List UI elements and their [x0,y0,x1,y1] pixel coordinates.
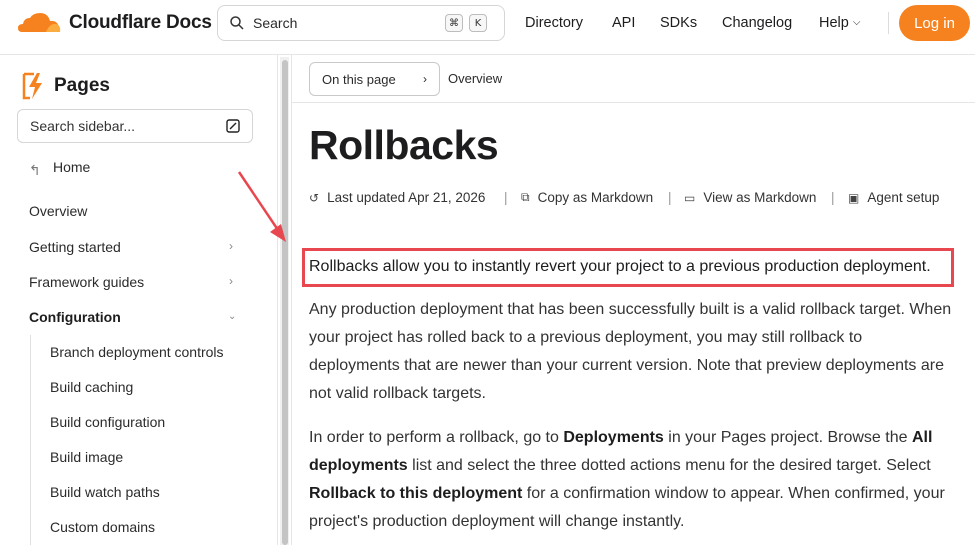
meta-separator: | [831,190,835,205]
copy-markdown-button[interactable]: ⧉ Copy as Markdown [521,190,653,205]
paragraph-perform-rollback: In order to perform a rollback, go to De… [309,424,945,536]
view-markdown-label: View as Markdown [703,190,817,205]
pages-bolt-icon [22,72,42,100]
history-icon: ↺ [309,190,320,205]
bold-text: Deployments [563,429,664,446]
paragraph-line: your project has rolled back to a previo… [309,329,863,346]
meta-separator: | [504,190,508,205]
text: in your Pages project. Browse the [663,429,912,446]
sidebar-item-home[interactable]: Home [53,159,90,175]
nav-help[interactable]: Help ⌵ [819,15,860,31]
paragraph-line: deployments list and select the three do… [309,452,945,480]
chevron-down-icon: ⌵ [852,17,861,28]
sidebar-item-configuration[interactable]: Configuration [29,309,121,325]
nav-directory[interactable]: Directory [525,15,583,31]
sidebar-item-branch-deployment-controls[interactable]: Branch deployment controls [50,344,224,360]
sidebar-search-placeholder: Search sidebar... [30,118,136,134]
chevron-down-icon[interactable]: ⌄ [228,311,236,322]
cloudflare-logo[interactable]: Cloudflare Docs [16,10,212,36]
sidebar-item-framework-guides[interactable]: Framework guides [29,274,144,290]
last-updated: ↺ Last updated Apr 21, 2026 [309,190,485,205]
on-this-page-button[interactable]: On this page › [309,62,440,96]
annotation-arrow-icon [237,171,286,242]
nav-help-label: Help [819,15,849,31]
top-header: Cloudflare Docs Search ⌘ K Directory API… [0,0,975,55]
bold-text: Rollback to this deployment [309,485,523,502]
page-title: Rollbacks [309,122,499,168]
login-button[interactable]: Log in [899,5,970,41]
meta-separator: | [668,190,672,205]
k-key: K [469,14,487,32]
command-key: ⌘ [445,14,463,32]
subnav-guide-line [30,335,31,545]
sidebar-item-build-image[interactable]: Build image [50,449,123,465]
header-divider [888,12,889,34]
current-section: Overview [448,71,503,86]
sidebar: Pages Search sidebar... ↰ Home Overview … [0,55,278,545]
chevron-right-icon[interactable]: › [229,274,233,288]
text: list and select the three dotted actions… [407,457,931,474]
chevron-right-icon[interactable]: › [229,239,233,253]
back-arrow-icon: ↰ [29,162,41,178]
copy-icon: ⧉ [521,190,530,204]
view-markdown-button[interactable]: ▭ View as Markdown [684,190,816,205]
paragraph-line: In order to perform a rollback, go to De… [309,424,945,452]
paragraph-rollback-targets: Any production deployment that has been … [309,296,951,408]
product-name: Pages [54,75,110,96]
sidebar-item-build-configuration[interactable]: Build configuration [50,414,165,430]
paragraph-line: Rollback to this deployment for a confir… [309,480,945,508]
bold-text: All [911,429,933,446]
content-divider [291,55,292,545]
agent-setup-button[interactable]: ▣ Agent setup [848,190,939,205]
paragraph-line: project's production deployment will cha… [309,513,685,530]
text: In order to perform a rollback, go to [309,429,564,446]
agent-setup-label: Agent setup [867,190,940,205]
paragraph-line: deployments that are newer than your cur… [309,357,944,374]
on-this-page-label: On this page [322,71,396,87]
highlight-box [302,248,954,287]
sidebar-item-build-caching[interactable]: Build caching [50,379,133,395]
copy-markdown-label: Copy as Markdown [537,190,654,205]
chevron-right-icon: › [423,72,427,86]
edit-icon [226,119,240,133]
search-placeholder: Search [253,15,298,31]
search-input[interactable]: Search ⌘ K [217,5,505,41]
last-updated-text: Last updated Apr 21, 2026 [327,190,486,205]
robot-icon: ▣ [848,190,860,205]
nav-api[interactable]: API [612,15,635,31]
search-icon [230,16,244,30]
markdown-icon: ▭ [684,190,696,205]
nav-changelog[interactable]: Changelog [722,15,792,31]
paragraph-line: not valid rollback targets. [309,385,486,402]
cloudflare-cloud-icon [18,13,61,32]
sidebar-item-getting-started[interactable]: Getting started [29,239,121,255]
sidebar-scrollbar-thumb[interactable] [282,60,288,545]
sidebar-search-input[interactable]: Search sidebar... [17,109,253,143]
text: for a confirmation window to appear. Whe… [522,485,945,502]
nav-sdks[interactable]: SDKs [660,15,697,31]
paragraph-line: Any production deployment that has been … [309,301,952,318]
sidebar-item-build-watch-paths[interactable]: Build watch paths [50,484,160,500]
sidebar-item-overview[interactable]: Overview [29,203,87,219]
sidebar-item-custom-domains[interactable]: Custom domains [50,519,155,535]
product-title[interactable]: Pages [20,71,110,101]
brand-name: Cloudflare Docs [69,12,212,33]
bold-text: deployments [309,457,408,474]
